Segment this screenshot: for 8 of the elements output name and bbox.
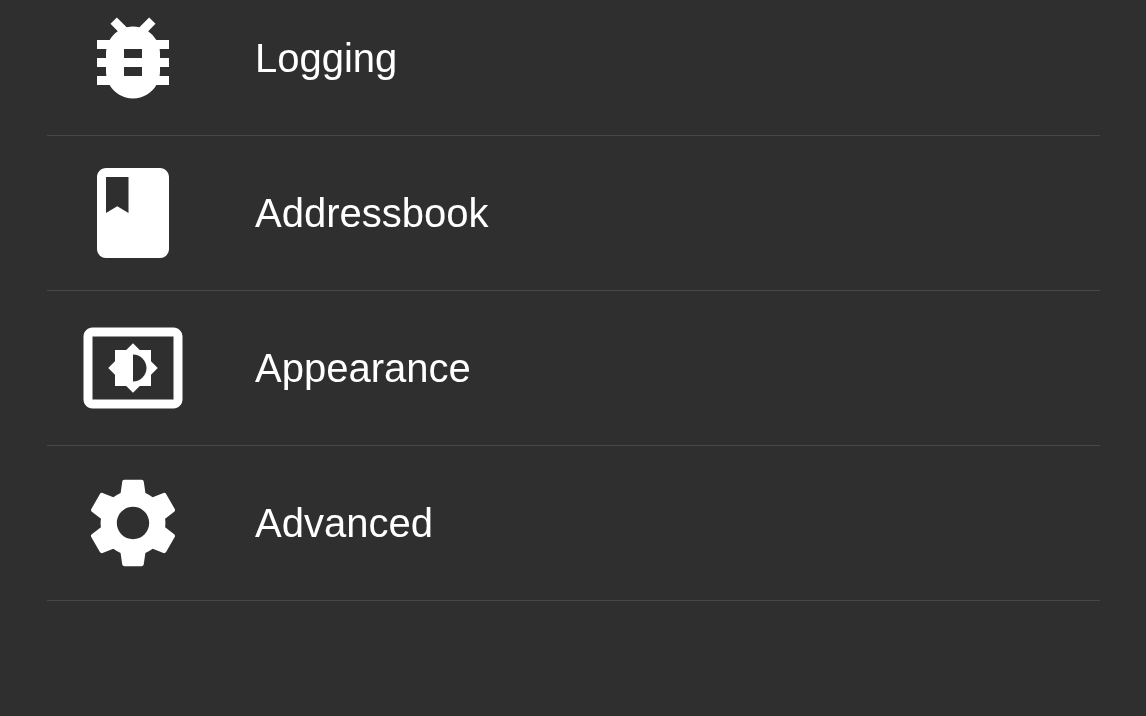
settings-label: Advanced <box>255 500 433 546</box>
settings-label: Addressbook <box>255 190 489 236</box>
settings-label: Appearance <box>255 345 471 391</box>
settings-label: Logging <box>255 35 398 81</box>
settings-item[interactable]: Appearance <box>47 291 1100 446</box>
settings-item[interactable]: Logging <box>47 0 1100 136</box>
settings-item[interactable]: Advanced <box>47 446 1100 601</box>
settings-item[interactable]: Addressbook <box>47 136 1100 291</box>
